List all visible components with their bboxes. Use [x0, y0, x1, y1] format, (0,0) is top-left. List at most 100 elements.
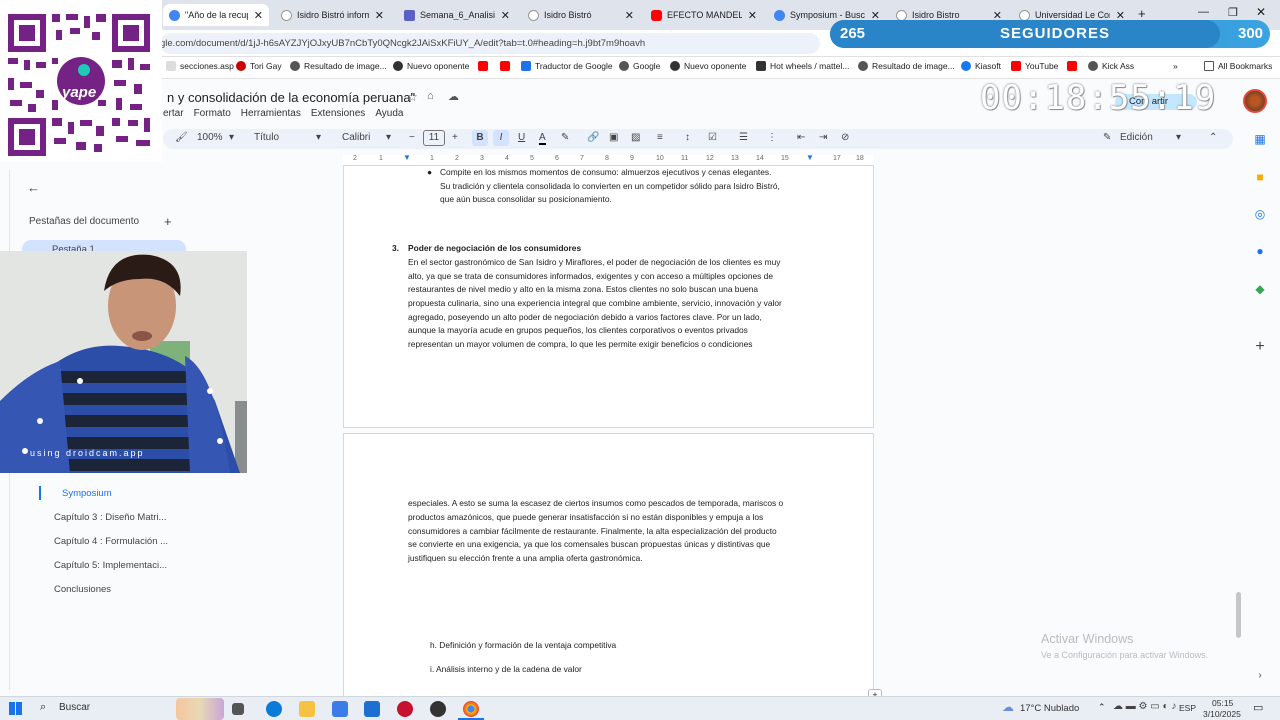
- bookmark[interactable]: Kiasoft: [961, 61, 1001, 71]
- scrollbar-thumb[interactable]: [1236, 592, 1241, 638]
- underline-button[interactable]: U: [518, 132, 525, 143]
- keep-icon[interactable]: ■: [1251, 168, 1269, 186]
- bookmark[interactable]: Hot wheels / mattel...: [756, 61, 849, 71]
- contacts-icon[interactable]: ●: [1251, 242, 1269, 260]
- paint-format-icon[interactable]: 🖌: [175, 132, 188, 143]
- align-icon[interactable]: ≡: [657, 132, 663, 143]
- highlight-icon[interactable]: ✎: [561, 132, 569, 143]
- decrease-size-button[interactable]: −: [409, 132, 415, 143]
- clock-date[interactable]: 3/10/2025: [1203, 709, 1241, 719]
- chevron-up-icon[interactable]: ⌃: [1209, 132, 1217, 143]
- comment-icon[interactable]: ▣: [609, 132, 618, 143]
- document-page[interactable]: ● Compite en los mismos momentos de cons…: [343, 165, 874, 428]
- bullet-list-icon[interactable]: ☰: [739, 132, 748, 143]
- zoom-select[interactable]: 100%: [197, 132, 223, 143]
- tray-icons[interactable]: ☁ ▬ ⚙ ▭ ◐ ♪: [1113, 701, 1176, 712]
- chevron-down-icon[interactable]: ▾: [229, 132, 234, 143]
- right-indent-marker[interactable]: ▼: [806, 153, 814, 162]
- close-icon[interactable]: ✕: [625, 9, 634, 22]
- indent-decrease-icon[interactable]: ⇤: [797, 132, 805, 143]
- language-indicator[interactable]: ESP: [1179, 703, 1196, 713]
- tasks-icon[interactable]: ◎: [1251, 205, 1269, 223]
- all-bookmarks[interactable]: All Bookmarks: [1204, 61, 1272, 71]
- new-tab-button[interactable]: +: [1138, 6, 1146, 21]
- youtube-icon[interactable]: [500, 61, 514, 71]
- url-input[interactable]: gle.com/document/d/1jJ-h6sAYZJYjOJxyUB7n…: [160, 33, 820, 54]
- bookmark[interactable]: Traductor de Google: [521, 61, 613, 71]
- font-select[interactable]: Calibri: [342, 132, 370, 143]
- chrome-icon[interactable]: [463, 701, 479, 717]
- bold-button[interactable]: B: [472, 130, 488, 146]
- outline-item[interactable]: Capítulo 5: Implementaci...: [54, 560, 167, 571]
- bookmark[interactable]: Resultado de image...: [290, 61, 387, 71]
- checklist-icon[interactable]: ☑: [708, 132, 717, 143]
- line-spacing-icon[interactable]: ↕: [685, 132, 690, 143]
- start-icon[interactable]: [9, 702, 22, 715]
- star-icon[interactable]: ☆: [407, 90, 418, 104]
- menu-help[interactable]: Ayuda: [375, 108, 403, 119]
- close-window-button[interactable]: ✕: [1256, 5, 1266, 19]
- youtube-icon[interactable]: [1067, 61, 1081, 71]
- tab[interactable]: Isidro Bistró informac✕: [275, 4, 390, 26]
- menu-extensions[interactable]: Extensiones: [311, 108, 365, 119]
- chevron-down-icon[interactable]: ▾: [316, 132, 321, 143]
- bookmark[interactable]: YouTube: [1011, 61, 1058, 71]
- chevron-up-icon[interactable]: ⌃: [1098, 702, 1106, 713]
- edge-icon[interactable]: [266, 701, 282, 717]
- chevron-right-icon[interactable]: »: [1173, 61, 1178, 71]
- increase-size-button[interactable]: +: [452, 132, 458, 143]
- calendar-icon[interactable]: ▦: [1251, 130, 1269, 148]
- text-color-button[interactable]: A: [539, 132, 546, 145]
- tab-active[interactable]: "Año de la recuperac✕: [163, 4, 269, 26]
- close-icon[interactable]: ✕: [375, 9, 384, 22]
- bookmark[interactable]: secciones.asp: [166, 61, 234, 71]
- bookmark[interactable]: Kick Ass: [1088, 61, 1134, 71]
- add-tab-button[interactable]: +: [164, 214, 172, 229]
- menu-insert[interactable]: ertar: [163, 108, 184, 119]
- tab[interactable]: EFECTO MANDELA: c✕: [645, 4, 763, 26]
- bookmark[interactable]: Tori Gay: [236, 61, 282, 71]
- menu-format[interactable]: Formato: [194, 108, 231, 119]
- link-icon[interactable]: 🔗: [587, 132, 599, 143]
- document-title[interactable]: n y consolidación de la economía peruana…: [167, 90, 415, 105]
- clock-time[interactable]: 05:15: [1212, 698, 1233, 708]
- font-size-input[interactable]: 11: [423, 130, 445, 146]
- outline-item[interactable]: Capítulo 4 : Formulación ...: [54, 536, 168, 547]
- mail-icon[interactable]: [364, 701, 380, 717]
- tab[interactable]: Isidro Bistró ✕: [522, 4, 640, 26]
- chevron-right-icon[interactable]: ›: [1251, 666, 1269, 684]
- outline-item[interactable]: Capítulo 3 : Diseño Matri...: [54, 512, 166, 523]
- move-icon[interactable]: ⌂: [427, 90, 434, 102]
- avatar[interactable]: [1243, 89, 1267, 113]
- maximize-button[interactable]: ❐: [1228, 6, 1238, 19]
- bookmark[interactable]: Nuevo oponente: [393, 61, 469, 71]
- weather-text[interactable]: 17°C Nublado: [1020, 703, 1079, 714]
- notification-icon[interactable]: ▭: [1253, 701, 1263, 714]
- numbered-list-icon[interactable]: ⋮: [767, 132, 777, 143]
- tab[interactable]: Semana_6_Analisis_e✕: [398, 4, 516, 26]
- mode-select[interactable]: Edición: [1120, 132, 1153, 143]
- outline-item[interactable]: Conclusiones: [54, 584, 111, 595]
- maps-icon[interactable]: ◆: [1251, 280, 1269, 298]
- youtube-icon[interactable]: [478, 61, 492, 71]
- close-icon[interactable]: ✕: [254, 9, 263, 22]
- indent-marker[interactable]: ▼: [403, 153, 411, 162]
- indent-increase-icon[interactable]: ⇥: [819, 132, 827, 143]
- opera-icon[interactable]: [397, 701, 413, 717]
- back-arrow-icon[interactable]: ←: [27, 180, 40, 195]
- bookmark[interactable]: Nuevo oponente: [670, 61, 746, 71]
- store-icon[interactable]: [332, 701, 348, 717]
- minimize-button[interactable]: —: [1198, 6, 1209, 18]
- outline-item[interactable]: Symposium: [62, 488, 112, 499]
- bookmark[interactable]: Resultado de image...: [858, 61, 955, 71]
- obs-icon[interactable]: [430, 701, 446, 717]
- menu-tools[interactable]: Herramientas: [241, 108, 301, 119]
- taskbar-search[interactable]: Buscar: [59, 702, 90, 713]
- cloud-icon[interactable]: ☁: [448, 90, 459, 103]
- close-icon[interactable]: ✕: [748, 9, 757, 22]
- clear-format-icon[interactable]: ⊘: [841, 132, 849, 143]
- style-select[interactable]: Título: [254, 132, 279, 143]
- document-page[interactable]: especiales. A esto se suma la escasez de…: [343, 433, 882, 701]
- chevron-down-icon[interactable]: ▾: [1176, 132, 1181, 143]
- add-addon-button[interactable]: +: [1251, 338, 1269, 356]
